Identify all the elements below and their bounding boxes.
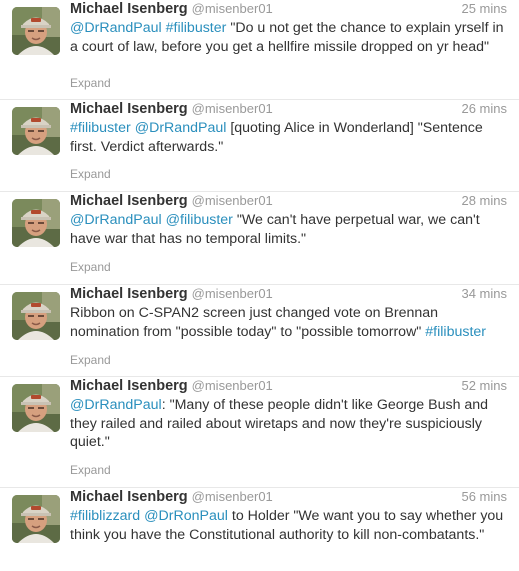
mention-link[interactable]: @DrRandPaul [70, 20, 162, 36]
author-fullname[interactable]: Michael Isenberg [70, 1, 188, 17]
author-fullname[interactable]: Michael Isenberg [70, 489, 188, 505]
tweet-header: Michael Isenberg @misenber01 28 mins [70, 192, 507, 210]
tweet-text: @DrRandPaul @filibuster "We can't have p… [70, 211, 510, 248]
tweet-timestamp[interactable]: 52 mins [461, 377, 507, 395]
mention-link[interactable]: @filibuster [166, 212, 233, 228]
avatar[interactable] [12, 107, 60, 155]
tweet-timestamp[interactable]: 34 mins [461, 285, 507, 303]
tweet-item[interactable]: Michael Isenberg @misenber01 28 mins @DrRan… [0, 192, 519, 285]
tweet-timestamp[interactable]: 28 mins [461, 192, 507, 210]
tweet-header: Michael Isenberg @misenber01 56 mins [70, 488, 507, 506]
author-fullname[interactable]: Michael Isenberg [70, 378, 188, 394]
author-username[interactable]: @misenber01 [192, 193, 273, 208]
tweet-text: @DrRandPaul: "Many of these people didn'… [70, 396, 510, 452]
avatar[interactable] [12, 7, 60, 55]
expand-link[interactable]: Expand [70, 167, 111, 181]
author-username[interactable]: @misenber01 [192, 1, 273, 16]
tweet-text: #filibuster @DrRandPaul [quoting Alice i… [70, 119, 510, 156]
tweet-item[interactable]: Michael Isenberg @misenber01 26 mins #filib… [0, 100, 519, 192]
tweet-item[interactable]: Michael Isenberg @misenber01 25 mins @DrRan… [0, 0, 519, 100]
avatar[interactable] [12, 292, 60, 340]
mention-link[interactable]: @DrRonPaul [144, 508, 228, 524]
tweet-timeline: Michael Isenberg @misenber01 25 mins @DrRan… [0, 0, 519, 571]
tweet-header: Michael Isenberg @misenber01 34 mins [70, 285, 507, 303]
tweet-timestamp[interactable]: 25 mins [461, 0, 507, 18]
avatar[interactable] [12, 495, 60, 543]
expand-link[interactable]: Expand [70, 260, 111, 274]
expand-link[interactable]: Expand [70, 463, 111, 477]
hashtag-link[interactable]: #filibuster [70, 120, 131, 136]
tweet-item[interactable]: Michael Isenberg @misenber01 52 mins @DrRan… [0, 377, 519, 488]
tweet-item[interactable]: Michael Isenberg @misenber01 56 mins #filib… [0, 488, 519, 571]
author-username[interactable]: @misenber01 [192, 378, 273, 393]
avatar[interactable] [12, 199, 60, 247]
tweet-text: #filiblizzard @DrRonPaul to Holder "We w… [70, 507, 510, 544]
expand-link[interactable]: Expand [70, 76, 111, 90]
tweet-header: Michael Isenberg @misenber01 52 mins [70, 377, 507, 395]
tweet-text: Ribbon on C-SPAN2 screen just changed vo… [70, 304, 510, 341]
tweet-timestamp[interactable]: 26 mins [461, 100, 507, 118]
author-fullname[interactable]: Michael Isenberg [70, 193, 188, 209]
tweet-header: Michael Isenberg @misenber01 25 mins [70, 0, 507, 18]
hashtag-link[interactable]: #filiblizzard [70, 508, 140, 524]
author-fullname[interactable]: Michael Isenberg [70, 101, 188, 117]
author-username[interactable]: @misenber01 [192, 489, 273, 504]
author-username[interactable]: @misenber01 [192, 286, 273, 301]
avatar[interactable] [12, 384, 60, 432]
author-fullname[interactable]: Michael Isenberg [70, 286, 188, 302]
hashtag-link[interactable]: #filibuster [166, 20, 227, 36]
mention-link[interactable]: @DrRandPaul [70, 212, 162, 228]
mention-link[interactable]: @DrRandPaul [70, 397, 162, 413]
tweet-item[interactable]: Michael Isenberg @misenber01 34 mins Ribbon… [0, 285, 519, 377]
tweet-timestamp[interactable]: 56 mins [461, 488, 507, 506]
tweet-header: Michael Isenberg @misenber01 26 mins [70, 100, 507, 118]
tweet-text: @DrRandPaul #filibuster "Do u not get th… [70, 19, 510, 56]
expand-link[interactable]: Expand [70, 353, 111, 367]
tweet-text-segment: Ribbon on C-SPAN2 screen just changed vo… [70, 305, 439, 340]
mention-link[interactable]: @DrRandPaul [135, 120, 227, 136]
hashtag-link[interactable]: #filibuster [425, 324, 486, 340]
author-username[interactable]: @misenber01 [192, 101, 273, 116]
